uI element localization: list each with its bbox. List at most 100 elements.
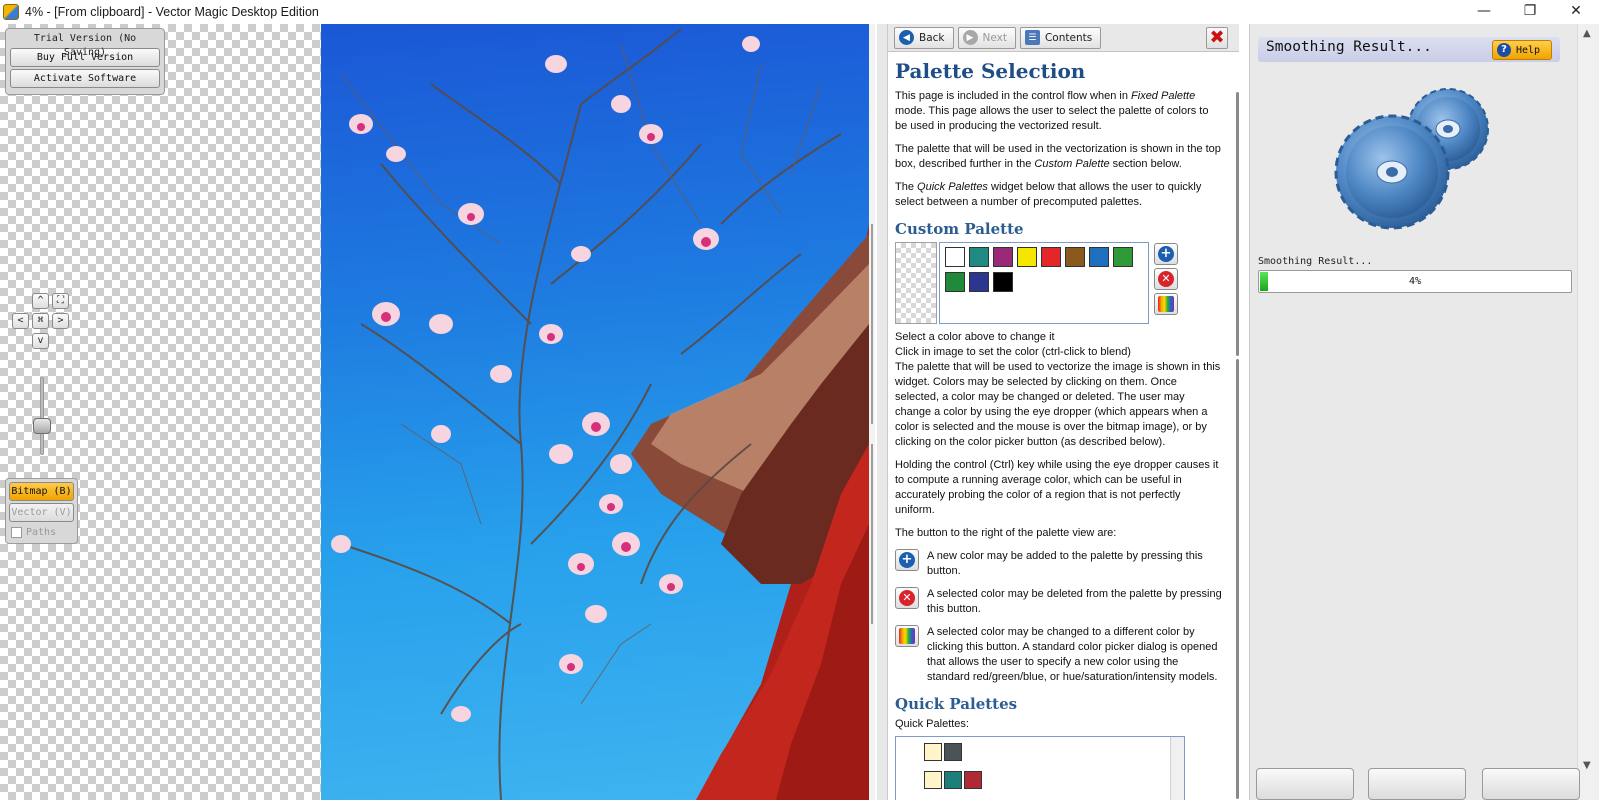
palette-swatch[interactable]: [1041, 247, 1061, 267]
splitter-grip[interactable]: [871, 444, 873, 624]
progress-percent: 4%: [1408, 276, 1422, 287]
splitter-gap: [877, 24, 887, 800]
back-label: Back: [919, 31, 945, 44]
palette-actions: + ✕: [1154, 243, 1178, 318]
zoom-fit-button[interactable]: ⛶: [52, 293, 69, 309]
status-scrollbar[interactable]: ▲ ▼: [1577, 24, 1599, 800]
window-title: 4% - [From clipboard] - Vector Magic Des…: [25, 5, 319, 19]
scroll-up-icon[interactable]: ▲: [1583, 28, 1591, 39]
minimize-button[interactable]: —: [1461, 0, 1507, 22]
pan-right-button[interactable]: >: [52, 313, 69, 329]
bitmap-view-button[interactable]: Bitmap (B): [9, 482, 74, 501]
paths-label: Paths: [26, 526, 57, 538]
trial-panel: Trial Version (No Saving) Buy Full Versi…: [5, 28, 165, 95]
pan-left-button[interactable]: <: [12, 313, 29, 329]
contents-list-icon: ☰: [1024, 30, 1040, 45]
quick-palette-row[interactable]: [924, 771, 984, 789]
help-content[interactable]: Palette Selection This page is included …: [888, 53, 1232, 800]
center-view-button[interactable]: ⌘: [32, 313, 49, 329]
question-icon: ?: [1497, 43, 1511, 57]
quick-palettes-heading: Quick Palettes: [895, 695, 1018, 713]
quick-palettes-label: Quick Palettes:: [895, 718, 969, 730]
page-title: Palette Selection: [895, 59, 1086, 83]
app-logo-icon: [3, 4, 19, 20]
intro-paragraph-2: The palette that will be used in the vec…: [895, 143, 1221, 170]
change-button-description: A selected color may be changed to a dif…: [895, 625, 1222, 685]
gears-icon: [1334, 88, 1489, 230]
intro-paragraph-1: This page is included in the control flo…: [895, 90, 1209, 132]
palette-swatch[interactable]: [945, 272, 965, 292]
quick-palettes-list[interactable]: [895, 736, 1185, 800]
splitter-grip[interactable]: [871, 224, 873, 424]
add-color-button[interactable]: +: [1154, 243, 1178, 265]
palette-swatch[interactable]: [969, 247, 989, 267]
splitter-left[interactable]: [869, 24, 875, 800]
help-scrollbar[interactable]: [1236, 92, 1239, 356]
trial-status: Trial Version (No Saving): [33, 33, 137, 58]
custom-palette-description: The palette that will be used to vectori…: [895, 361, 1221, 448]
help-scrollbar-lower[interactable]: [1236, 359, 1239, 799]
status-panel: Smoothing Result... ? Help Smoothing Res…: [1249, 24, 1599, 800]
palette-swatch[interactable]: [945, 247, 965, 267]
wizard-cancel-button[interactable]: [1368, 768, 1466, 800]
next-label: Next: [982, 31, 1007, 44]
wizard-back-button[interactable]: [1256, 768, 1354, 800]
color-picker-button[interactable]: [1154, 293, 1178, 315]
window-controls: — ❐ ✕: [1461, 0, 1599, 22]
add-button-description: + A new color may be added to the palett…: [895, 549, 1222, 579]
title-bar: 4% - [From clipboard] - Vector Magic Des…: [0, 0, 1599, 24]
close-help-button[interactable]: ✖: [1206, 27, 1228, 49]
back-button[interactable]: ◀ Back: [894, 26, 954, 49]
delete-description-text: A selected color may be deleted from the…: [927, 588, 1222, 615]
palette-swatch[interactable]: [993, 247, 1013, 267]
palette-swatch[interactable]: [1065, 247, 1085, 267]
palette-swatch[interactable]: [993, 272, 1013, 292]
buy-full-version-button[interactable]: Buy Full Version: [10, 48, 160, 67]
app-window: 4% - [From clipboard] - Vector Magic Des…: [0, 0, 1599, 800]
help-label: Help: [1516, 44, 1541, 56]
palette-swatch[interactable]: [1017, 247, 1037, 267]
progress-label: Smoothing Result...: [1258, 256, 1373, 267]
paths-checkbox[interactable]: [11, 526, 22, 538]
zoom-slider-thumb[interactable]: [33, 418, 51, 434]
delete-button-description: ✕ A selected color may be deleted from t…: [895, 587, 1222, 617]
palette-swatch[interactable]: [969, 272, 989, 292]
palette-hint-1: Select a color above to change it: [895, 331, 1055, 343]
bitmap-image[interactable]: [321, 24, 869, 800]
progress-bar: 4%: [1258, 270, 1572, 293]
help-button[interactable]: ? Help: [1492, 40, 1552, 60]
close-window-button[interactable]: ✕: [1553, 0, 1599, 22]
palette-swatch-list[interactable]: [939, 242, 1149, 324]
next-button[interactable]: ▶ Next: [957, 26, 1016, 49]
selected-color-preview: [895, 242, 937, 324]
contents-button[interactable]: ☰ Contents: [1019, 26, 1102, 49]
scroll-down-icon[interactable]: ▼: [1583, 760, 1591, 771]
quick-palette-swatch: [944, 771, 962, 789]
status-header: Smoothing Result... ? Help: [1258, 37, 1560, 62]
pan-down-button[interactable]: v: [32, 333, 49, 349]
zoom-slider-track[interactable]: [40, 377, 44, 455]
palette-swatch[interactable]: [1113, 247, 1133, 267]
next-arrow-icon: ▶: [962, 30, 978, 45]
quick-palette-swatch: [924, 743, 942, 761]
view-mode-panel: Bitmap (B) Vector (V) Paths: [5, 478, 78, 544]
add-color-sample-icon: +: [895, 549, 919, 571]
paths-toggle[interactable]: Paths: [9, 524, 74, 540]
wizard-next-button[interactable]: [1482, 768, 1580, 800]
restore-button[interactable]: ❐: [1507, 0, 1553, 22]
delete-icon: ✕: [1158, 271, 1174, 287]
intro-paragraph-3: The Quick Palettes widget below that all…: [895, 181, 1202, 208]
delete-color-button[interactable]: ✕: [1154, 268, 1178, 290]
quick-palette-swatch: [964, 771, 982, 789]
activate-software-button[interactable]: Activate Software: [10, 69, 160, 88]
palette-hint-2: Click in image to set the color (ctrl-cl…: [895, 346, 1131, 358]
palette-swatch[interactable]: [1089, 247, 1109, 267]
plus-icon: +: [1158, 246, 1174, 262]
back-arrow-icon: ◀: [899, 30, 914, 45]
contents-label: Contents: [1044, 31, 1093, 44]
quick-palette-swatch: [924, 771, 942, 789]
pan-up-button[interactable]: ^: [32, 293, 49, 309]
quick-palette-row[interactable]: [924, 743, 964, 761]
vector-view-button[interactable]: Vector (V): [9, 503, 74, 522]
quick-palettes-scrollbar[interactable]: [1170, 737, 1184, 800]
